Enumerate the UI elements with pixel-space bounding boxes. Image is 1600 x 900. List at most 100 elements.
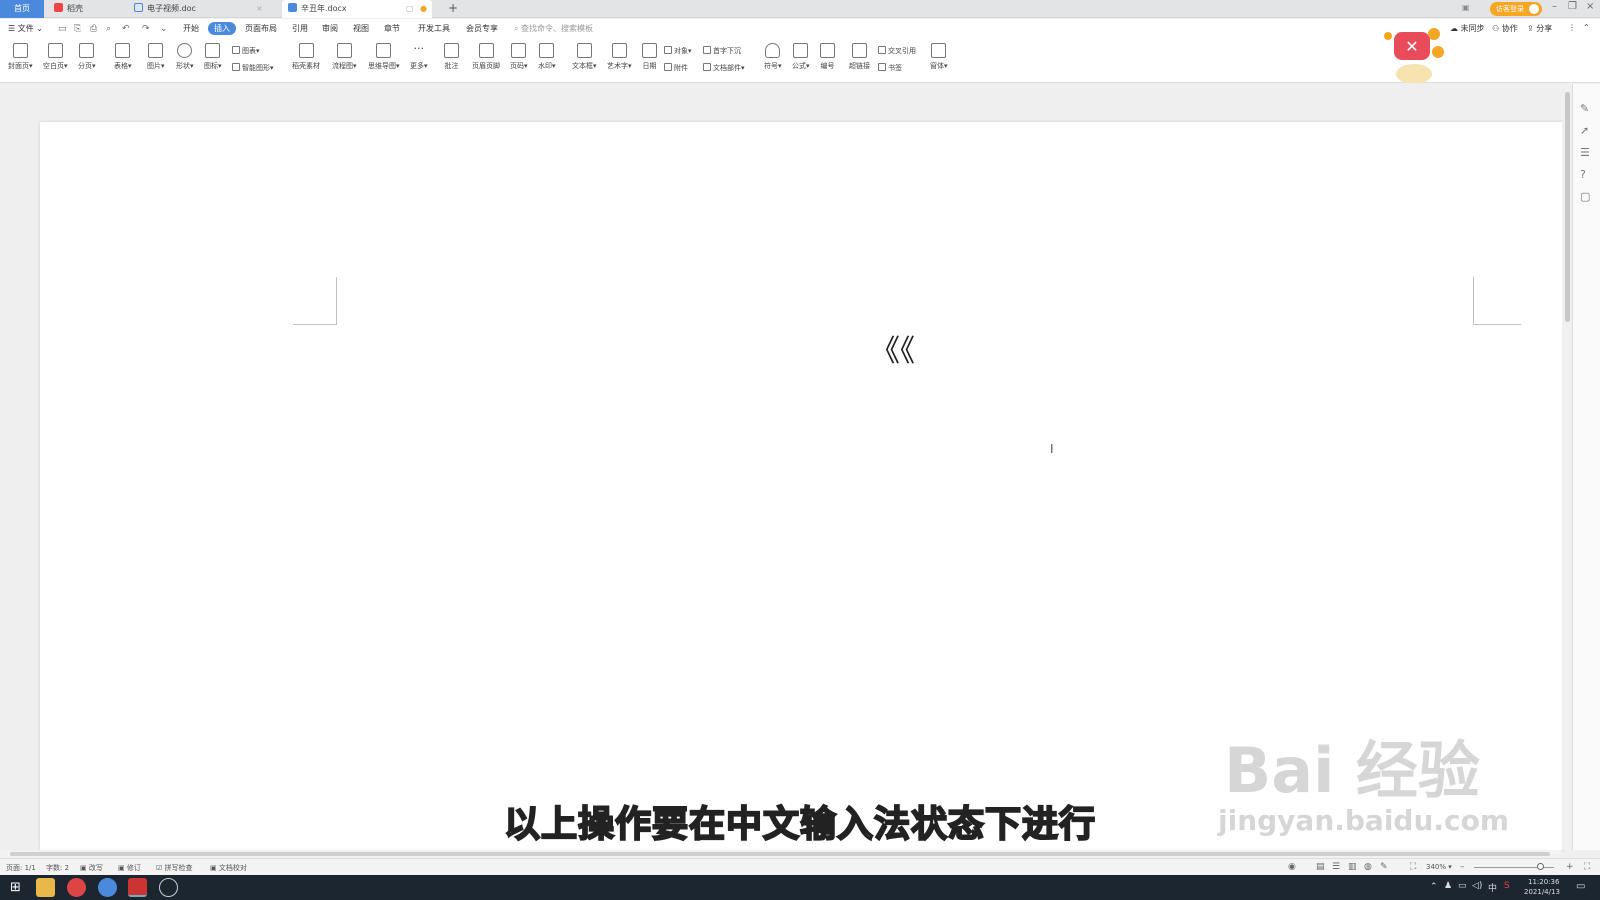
menu-insert[interactable]: 插入 bbox=[208, 22, 236, 35]
ime-indicator[interactable]: 中 bbox=[1488, 881, 1497, 894]
pen-icon[interactable]: ✎ bbox=[1580, 102, 1589, 115]
tab-doc-video[interactable]: 电子视频.doc × bbox=[128, 0, 280, 18]
tab-active-document[interactable]: 辛丑年.docx ▢ ● bbox=[282, 0, 432, 18]
tab-docer[interactable]: 稻壳 bbox=[46, 0, 124, 18]
sogou-ime-icon[interactable]: S bbox=[1504, 881, 1510, 891]
page-number-button[interactable]: 页码▾ bbox=[510, 43, 528, 71]
start-menu-icon[interactable]: ⊞ bbox=[6, 878, 25, 897]
redo-icon[interactable]: ↷ bbox=[142, 24, 150, 34]
revise-toggle[interactable]: ▣ 修订 bbox=[118, 863, 141, 873]
wps-icon[interactable] bbox=[128, 878, 147, 897]
chrome-icon[interactable] bbox=[67, 878, 86, 897]
header-footer-button[interactable]: 页眉页脚 bbox=[472, 43, 500, 71]
select-icon[interactable]: ➚ bbox=[1580, 124, 1589, 137]
doc-proof-button[interactable]: ▣ 文档校对 bbox=[210, 863, 247, 873]
horizontal-scrollbar[interactable] bbox=[0, 850, 1562, 858]
horizontal-scroll-thumb[interactable] bbox=[10, 852, 1550, 856]
tray-expand-icon[interactable]: ⌃ bbox=[1430, 882, 1438, 892]
network-icon[interactable]: ▭ bbox=[1458, 881, 1467, 891]
docer-material-button[interactable]: 稻壳素材 bbox=[292, 43, 320, 71]
login-button[interactable]: 访客登录 bbox=[1490, 2, 1542, 16]
smart-art-button[interactable]: 智能图形▾ bbox=[232, 63, 274, 73]
web-view-icon[interactable]: ◍ bbox=[1364, 862, 1372, 872]
menu-references[interactable]: 引用 bbox=[292, 23, 308, 34]
sync-status[interactable]: ☁ 未同步 bbox=[1450, 23, 1485, 34]
adjust-icon[interactable]: ☰ bbox=[1580, 146, 1590, 159]
quick-access-more-icon[interactable]: ⌄ bbox=[160, 24, 168, 34]
drop-cap-button[interactable]: 首字下沉 bbox=[703, 46, 741, 56]
blank-page-button[interactable]: 空白页▾ bbox=[43, 43, 68, 71]
more-insert-button[interactable]: ··· 更多▾ bbox=[410, 43, 428, 71]
page-break-button[interactable]: 分页▾ bbox=[78, 43, 96, 71]
help-icon[interactable]: ? bbox=[1580, 168, 1586, 181]
page-view-icon[interactable]: ▤ bbox=[1316, 862, 1325, 872]
table-button[interactable]: 表格▾ bbox=[114, 43, 132, 71]
doc-parts-button[interactable]: 文档部件▾ bbox=[703, 63, 745, 73]
obs-icon[interactable] bbox=[159, 878, 178, 897]
object-button[interactable]: 对象▾ bbox=[664, 46, 692, 56]
undo-icon[interactable]: ↶ bbox=[122, 24, 130, 34]
numbering-button[interactable]: 编号 bbox=[820, 43, 835, 71]
vertical-scrollbar[interactable] bbox=[1562, 84, 1572, 850]
zoom-out-icon[interactable]: – bbox=[1460, 862, 1465, 872]
comment-button[interactable]: 批注 bbox=[444, 43, 459, 71]
clock-date[interactable]: 2021/4/13 bbox=[1524, 888, 1560, 896]
collaborate-button[interactable]: ⚇ 协作 bbox=[1492, 23, 1518, 34]
share-button[interactable]: ⇪ 分享 bbox=[1527, 23, 1552, 34]
new-tab-button[interactable]: + bbox=[448, 1, 458, 15]
page-indicator[interactable]: 页面: 1/1 bbox=[6, 863, 36, 873]
fit-page-icon[interactable]: ⛶ bbox=[1410, 862, 1416, 872]
tray-app-icon[interactable]: ♟ bbox=[1444, 881, 1452, 891]
symbol-button[interactable]: 符号▾ bbox=[764, 43, 782, 71]
notification-icon[interactable]: ▭ bbox=[1576, 881, 1585, 892]
read-view-icon[interactable]: ▥ bbox=[1348, 862, 1357, 872]
eye-protection-icon[interactable]: ◉ bbox=[1288, 862, 1296, 872]
close-window-icon[interactable]: × bbox=[1586, 1, 1594, 12]
menu-page-layout[interactable]: 页面布局 bbox=[245, 23, 277, 34]
more-menu-icon[interactable]: ⋮ bbox=[1568, 23, 1576, 32]
rewrite-toggle[interactable]: ▣ 改写 bbox=[80, 863, 103, 873]
zoom-in-icon[interactable]: + bbox=[1566, 862, 1574, 872]
restore-icon[interactable]: ❐ bbox=[1568, 1, 1577, 12]
vertical-scroll-thumb[interactable] bbox=[1565, 92, 1570, 322]
icons-button[interactable]: 图标▾ bbox=[204, 43, 222, 71]
tab-home[interactable]: 首页 bbox=[0, 0, 44, 18]
watermark-button[interactable]: 水印▾ bbox=[538, 43, 556, 71]
menu-member[interactable]: 会员专享 bbox=[466, 23, 498, 34]
chart-button[interactable]: 图表▾ bbox=[232, 46, 260, 56]
menu-view[interactable]: 视图 bbox=[353, 23, 369, 34]
menu-developer[interactable]: 开发工具 bbox=[418, 23, 450, 34]
fullscreen-icon[interactable]: ⛶ bbox=[1584, 862, 1590, 872]
save-icon[interactable]: ▭ bbox=[58, 24, 67, 34]
file-menu[interactable]: ☰ 文件 ⌄ bbox=[8, 23, 43, 34]
flowchart-button[interactable]: 流程图▾ bbox=[332, 43, 357, 71]
backup-icon[interactable]: ▢ bbox=[1580, 190, 1590, 203]
picture-button[interactable]: 图片▾ bbox=[147, 43, 165, 71]
mindmap-button[interactable]: 思维导图▾ bbox=[368, 43, 400, 71]
browser-icon[interactable] bbox=[98, 878, 117, 897]
minimize-icon[interactable]: – bbox=[1552, 1, 1557, 12]
spell-check-toggle[interactable]: ☑ 拼写检查 bbox=[156, 863, 193, 873]
collapse-ribbon-icon[interactable]: ⌃ bbox=[1583, 23, 1590, 32]
wordart-button[interactable]: 艺术字▾ bbox=[607, 43, 632, 71]
format-painter-icon[interactable]: ⎘ bbox=[74, 24, 81, 34]
hyperlink-button[interactable]: 超链接 bbox=[849, 43, 870, 71]
file-explorer-icon[interactable] bbox=[36, 878, 55, 897]
date-button[interactable]: 日期 bbox=[642, 43, 657, 71]
word-count[interactable]: 字数: 2 bbox=[46, 863, 69, 873]
textbox-button[interactable]: 文本框▾ bbox=[572, 43, 597, 71]
tab-screen-icon[interactable]: ▢ bbox=[406, 0, 414, 18]
zoom-slider-thumb[interactable] bbox=[1537, 863, 1544, 870]
form-window-button[interactable]: 窗体▾ bbox=[930, 43, 948, 71]
outline-view-icon[interactable]: ☰ bbox=[1332, 862, 1340, 872]
window-layout-icon[interactable]: ▣ bbox=[1462, 3, 1470, 12]
cover-page-button[interactable]: 封面页▾ bbox=[8, 43, 33, 71]
command-search[interactable]: ⌕ 查找命令、搜索模板 bbox=[514, 23, 593, 34]
formula-button[interactable]: 公式▾ bbox=[792, 43, 810, 71]
menu-start[interactable]: 开始 bbox=[183, 23, 199, 34]
attachment-button[interactable]: 附件 bbox=[664, 63, 688, 73]
menu-review[interactable]: 审阅 bbox=[322, 23, 338, 34]
tab-close-icon[interactable]: × bbox=[256, 0, 263, 18]
menu-chapter[interactable]: 章节 bbox=[384, 23, 400, 34]
bookmark-button[interactable]: 书签 bbox=[878, 63, 902, 73]
